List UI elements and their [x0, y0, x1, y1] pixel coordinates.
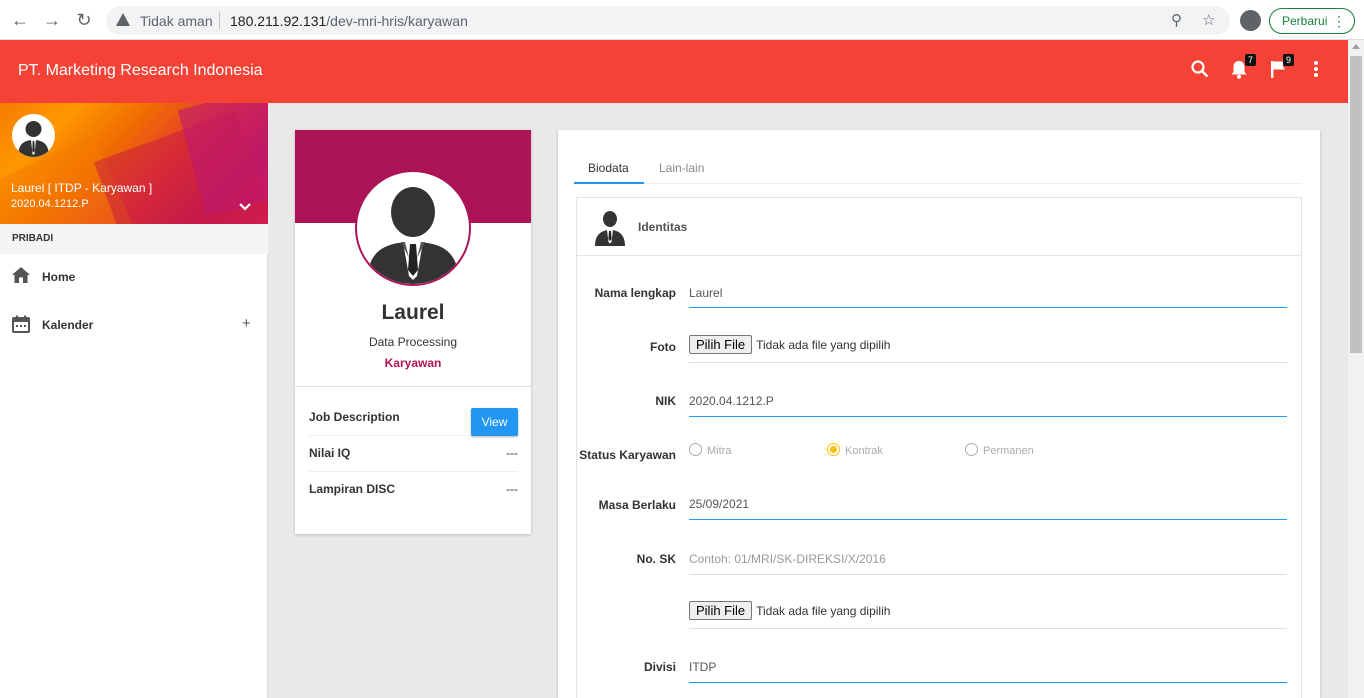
profile-avatar: [355, 170, 471, 286]
profile-avatar-icon[interactable]: [1240, 10, 1261, 31]
forward-icon[interactable]: →: [42, 10, 62, 30]
nama-label: Nama lengkap: [594, 286, 676, 300]
divider: [295, 386, 531, 387]
scroll-up-arrow-icon[interactable]: [1352, 44, 1360, 49]
radio-icon: [965, 443, 978, 456]
info-row-lampiran-disc: Lampiran DISC ---: [309, 472, 518, 508]
flags-badge: 9: [1282, 54, 1294, 66]
security-label: Tidak aman: [140, 13, 213, 29]
status-option-kontrak[interactable]: Kontrak: [827, 443, 883, 457]
user-info-banner: Laurel [ ITDP - Karyawan ] 2020.04.1212.…: [0, 103, 268, 224]
warning-icon: [116, 13, 130, 26]
profile-name: Laurel: [381, 301, 445, 324]
divisi-label: Divisi: [643, 660, 676, 674]
update-label: Perbarui: [1282, 14, 1328, 28]
search-icon[interactable]: [1191, 60, 1209, 83]
more-vert-icon[interactable]: [1313, 60, 1319, 83]
radio-label: Permanen: [983, 445, 1034, 457]
biodata-card: Biodata Lain-lain Identitas Nama lengkap…: [558, 130, 1320, 698]
nik-field[interactable]: 2020.04.1212.P: [689, 391, 1287, 417]
nik-label: NIK: [655, 394, 676, 408]
form-section-title: Identitas: [638, 220, 688, 234]
section-label: PRIBADI: [12, 233, 54, 244]
info-label: Job Description: [309, 410, 400, 424]
form-header: Identitas: [577, 198, 1301, 256]
view-job-description-button[interactable]: View: [471, 408, 518, 436]
sk-file-input[interactable]: Pilih File Tidak ada file yang dipilih: [689, 601, 1287, 629]
person-icon: [593, 208, 627, 246]
app-header: PT. Marketing Research Indonesia 7 9: [0, 40, 1348, 103]
choose-file-button[interactable]: Pilih File: [689, 335, 753, 354]
profile-card: Laurel Data Processing Karyawan Job Desc…: [295, 130, 531, 534]
status-option-mitra[interactable]: Mitra: [689, 443, 731, 457]
user-name: Laurel [ ITDP - Karyawan ]: [11, 181, 153, 195]
notifications-icon[interactable]: 7: [1230, 54, 1256, 84]
scrollbar-thumb[interactable]: [1350, 56, 1362, 353]
browser-toolbar: ← → ↻ Tidak aman 180.211.92.131/dev-mri-…: [0, 0, 1364, 40]
notifications-badge: 7: [1244, 54, 1256, 66]
masa-berlaku-label: Masa Berlaku: [598, 498, 676, 512]
calendar-icon: [12, 315, 30, 333]
user-avatar: [12, 114, 55, 157]
chevron-down-icon[interactable]: [238, 199, 252, 215]
app-title: PT. Marketing Research Indonesia: [18, 62, 263, 79]
more-vert-icon: ⋮: [1332, 13, 1346, 29]
sidebar-item-home[interactable]: Home: [0, 257, 268, 297]
address-bar[interactable]: Tidak aman 180.211.92.131/dev-mri-hris/k…: [106, 6, 1230, 35]
update-button[interactable]: Perbarui ⋮: [1269, 8, 1355, 34]
info-label: Lampiran DISC: [309, 482, 396, 496]
zoom-icon[interactable]: ⚲: [1171, 11, 1182, 29]
bookmark-star-icon[interactable]: ☆: [1202, 11, 1215, 29]
page-scrollbar[interactable]: [1348, 40, 1364, 698]
identitas-form: Identitas Nama lengkap Laurel Foto Pilih…: [576, 197, 1302, 698]
divisi-field[interactable]: ITDP: [689, 657, 1287, 683]
info-row-nilai-iq: Nilai IQ ---: [309, 436, 518, 472]
expand-plus-icon[interactable]: +: [242, 315, 251, 332]
profile-role: Karyawan: [384, 356, 442, 370]
radio-checked-icon: [827, 443, 840, 456]
sidebar-item-label: Home: [42, 270, 76, 284]
sidebar-item-kalender[interactable]: Kalender +: [0, 305, 268, 345]
radio-label: Kontrak: [845, 445, 883, 457]
url-text: 180.211.92.131/dev-mri-hris/karyawan: [230, 13, 468, 29]
no-sk-field[interactable]: Contoh: 01/MRI/SK-DIREKSI/X/2016: [689, 549, 1287, 575]
masa-berlaku-field[interactable]: 25/09/2021: [689, 494, 1287, 520]
url-path: /dev-mri-hris/karyawan: [326, 13, 468, 29]
file-status: Tidak ada file yang dipilih: [756, 338, 891, 352]
profile-department: Data Processing: [368, 335, 458, 349]
flag-icon[interactable]: 9: [1270, 54, 1294, 83]
info-value: ---: [506, 446, 518, 460]
nama-field[interactable]: Laurel: [689, 283, 1287, 308]
file-status: Tidak ada file yang dipilih: [756, 604, 891, 618]
sidebar: Laurel [ ITDP - Karyawan ] 2020.04.1212.…: [0, 103, 268, 698]
home-icon: [12, 267, 30, 285]
choose-file-button[interactable]: Pilih File: [689, 601, 753, 620]
status-radio-group: Mitra Kontrak Permanen: [689, 443, 1287, 461]
status-label: Status Karyawan: [579, 448, 676, 462]
info-value: ---: [506, 482, 518, 496]
no-sk-label: No. SK: [636, 552, 676, 566]
radio-label: Mitra: [707, 445, 732, 457]
url-host: 180.211.92.131: [230, 13, 327, 29]
reload-icon[interactable]: ↻: [74, 10, 94, 30]
url-separator: [219, 12, 220, 29]
back-icon[interactable]: ←: [10, 10, 30, 30]
status-option-permanen[interactable]: Permanen: [965, 443, 1034, 457]
radio-icon: [689, 443, 702, 456]
foto-label: Foto: [650, 340, 676, 354]
active-tab-indicator: [574, 182, 644, 184]
tabs: Biodata Lain-lain: [574, 154, 1302, 184]
sidebar-item-label: Kalender: [42, 318, 94, 332]
foto-file-input[interactable]: Pilih File Tidak ada file yang dipilih: [689, 335, 1287, 363]
user-nik: 2020.04.1212.P: [11, 198, 89, 210]
tab-lain-lain[interactable]: Lain-lain: [659, 161, 704, 175]
tab-biodata[interactable]: Biodata: [588, 161, 629, 175]
info-label: Nilai IQ: [309, 446, 351, 460]
